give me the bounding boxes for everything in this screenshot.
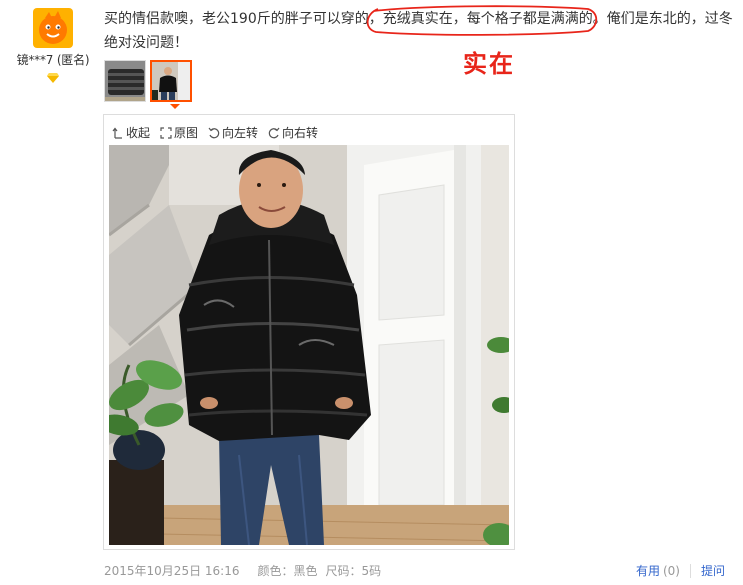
image-viewer: 收起 原图 向左转 向右转: [103, 114, 515, 550]
rotate-left-label: 向左转: [222, 126, 259, 140]
collapse-button[interactable]: 收起: [112, 124, 150, 141]
viewer-toolbar: 收起 原图 向左转 向右转: [112, 124, 318, 141]
review-meta: 2015年10月25日 16:16 颜色：黑色 尺码：5码: [104, 562, 381, 579]
man-in-black-down-jacket-photo: [109, 145, 509, 545]
useful-button[interactable]: 有用 (0): [636, 562, 680, 579]
review-text-part-1: 买的情侣款噢，老公190斤的胖子可以穿的，: [104, 11, 383, 27]
ask-question-link[interactable]: 提问: [701, 562, 725, 579]
sku-info: 颜色：黑色 尺码：5码: [257, 562, 381, 579]
avatar[interactable]: [33, 8, 73, 48]
review-date: 2015年10月25日 16:16: [104, 564, 240, 578]
original-image-button[interactable]: 原图: [160, 124, 198, 141]
divider: [689, 563, 691, 578]
review-text-highlighted: 充绒真实在，每个格子都是满满的。: [382, 11, 607, 27]
sku-color: 颜色：黑色: [257, 564, 318, 578]
review-photo[interactable]: [109, 145, 509, 545]
useful-label: 有用: [635, 564, 660, 578]
original-image-label: 原图: [174, 126, 199, 140]
gold-diamond-icon: [47, 73, 59, 83]
reviewer-name: 镜***7 (匿名): [16, 53, 90, 67]
review-text: 买的情侣款噢，老公190斤的胖子可以穿的，充绒真实在，每个格子都是满满的。俺们是…: [104, 7, 736, 55]
sku-size: 尺码：5码: [325, 564, 382, 578]
rotate-right-icon: [268, 127, 280, 138]
collapse-label: 收起: [126, 126, 151, 140]
rotate-right-button[interactable]: 向右转: [268, 124, 318, 141]
expand-icon: [160, 126, 172, 139]
orange-cartoon-avatar-icon: [33, 8, 73, 48]
useful-count: (0): [662, 564, 680, 578]
thumbnail-photo-2[interactable]: [150, 60, 192, 102]
rotate-left-icon: [208, 127, 220, 138]
thumbnail-pointer: [170, 104, 180, 109]
rotate-right-label: 向右转: [282, 126, 319, 140]
review-actions: 有用 (0) 提问: [636, 562, 725, 579]
collapse-arrow-icon: [112, 127, 122, 139]
annotation-label: 实在: [463, 50, 515, 78]
rotate-left-button[interactable]: 向左转: [208, 124, 258, 141]
thumbnail-strip: [104, 60, 192, 102]
thumbnail-photo-1[interactable]: [104, 60, 146, 102]
reviewer-block: 镜***7 (匿名): [8, 8, 98, 87]
